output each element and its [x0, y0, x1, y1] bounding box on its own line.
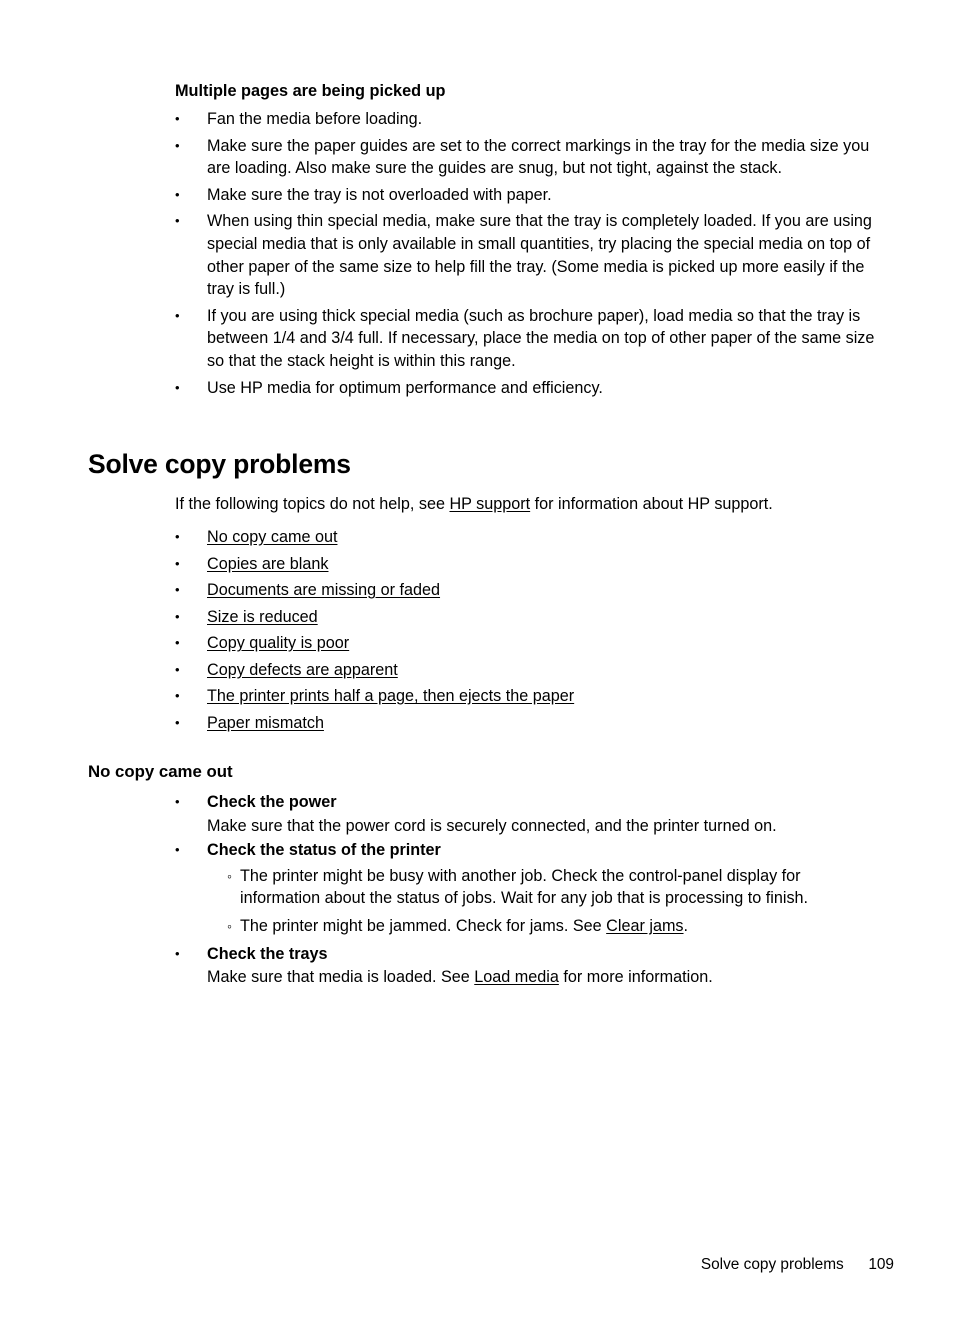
- body-text-before: Make sure that media is loaded. See: [207, 968, 475, 987]
- link-printer-prints-half-a-page[interactable]: The printer prints half a page, then eje…: [207, 687, 574, 705]
- link-copies-are-blank[interactable]: Copies are blank: [207, 555, 328, 573]
- intro-text-after: for information about HP support.: [530, 495, 773, 513]
- document-page: Multiple pages are being picked up Fan t…: [0, 0, 954, 1321]
- list-item: The printer prints half a page, then eje…: [175, 684, 775, 711]
- footer-page-number: 109: [868, 1256, 894, 1273]
- list-item: Copies are blank: [175, 552, 775, 579]
- intro-paragraph: If the following topics do not help, see…: [175, 493, 885, 516]
- link-paper-mismatch[interactable]: Paper mismatch: [207, 714, 324, 732]
- list-item: Copy quality is poor: [175, 631, 775, 658]
- subitem-text-after: .: [683, 916, 689, 935]
- link-no-copy-came-out[interactable]: No copy came out: [207, 528, 337, 546]
- subitem-text-before: The printer might be jammed. Check for j…: [240, 916, 607, 935]
- printer-status-sublist: The printer might be busy with another j…: [207, 865, 881, 938]
- list-item: Size is reduced: [175, 605, 775, 632]
- list-item: Check the status of the printer The prin…: [175, 839, 881, 937]
- list-item: When using thin special media, make sure…: [175, 210, 881, 300]
- link-clear-jams[interactable]: Clear jams: [606, 917, 683, 935]
- list-item: Fan the media before loading.: [175, 108, 881, 131]
- list-item: If you are using thick special media (su…: [175, 305, 881, 373]
- list-item: Documents are missing or faded: [175, 578, 775, 605]
- link-hp-support[interactable]: HP support: [449, 495, 530, 513]
- intro-text-before: If the following topics do not help, see: [175, 495, 450, 513]
- topic-link-list: No copy came out Copies are blank Docume…: [175, 525, 775, 737]
- link-load-media[interactable]: Load media: [474, 968, 559, 986]
- section-heading-no-copy-came-out: No copy came out: [88, 762, 233, 781]
- page-title: Solve copy problems: [88, 449, 351, 479]
- list-item: Make sure the paper guides are set to th…: [175, 135, 881, 180]
- list-item: The printer might be busy with another j…: [207, 865, 881, 910]
- list-item: Check the power Make sure that the power…: [175, 791, 881, 837]
- multiple-pages-bullet-list: Fan the media before loading. Make sure …: [175, 108, 881, 399]
- link-copy-quality-is-poor[interactable]: Copy quality is poor: [207, 634, 349, 652]
- link-size-is-reduced[interactable]: Size is reduced: [207, 608, 318, 626]
- checklist-item-title: Check the trays: [207, 944, 328, 963]
- topic-links-container: No copy came out Copies are blank Docume…: [175, 525, 775, 737]
- list-item: Check the trays Make sure that media is …: [175, 943, 881, 989]
- footer-section-title: Solve copy problems: [700, 1256, 844, 1273]
- list-item: Paper mismatch: [175, 711, 775, 738]
- section-heading-multiple-pages: Multiple pages are being picked up: [175, 82, 446, 100]
- list-item: The printer might be jammed. Check for j…: [207, 915, 881, 938]
- list-item: No copy came out: [175, 525, 775, 552]
- checklist-item-title: Check the power: [207, 793, 337, 811]
- no-copy-checklist: Check the power Make sure that the power…: [175, 791, 881, 989]
- section-multiple-pages: Multiple pages are being picked up Fan t…: [175, 80, 881, 403]
- list-item: Use HP media for optimum performance and…: [175, 377, 881, 400]
- list-item: Copy defects are apparent: [175, 658, 775, 685]
- link-documents-missing-or-faded[interactable]: Documents are missing or faded: [207, 581, 440, 599]
- list-item: Make sure the tray is not overloaded wit…: [175, 184, 881, 207]
- checklist-item-body: Make sure that the power cord is securel…: [207, 816, 777, 835]
- section-no-copy-came-out: Check the power Make sure that the power…: [175, 791, 881, 991]
- checklist-item-body: Make sure that media is loaded. See Load…: [207, 966, 881, 989]
- link-copy-defects-are-apparent[interactable]: Copy defects are apparent: [207, 661, 398, 679]
- checklist-item-title: Check the status of the printer: [207, 841, 441, 860]
- page-footer: Solve copy problems 109: [0, 1255, 894, 1275]
- body-text-after: for more information.: [558, 968, 713, 987]
